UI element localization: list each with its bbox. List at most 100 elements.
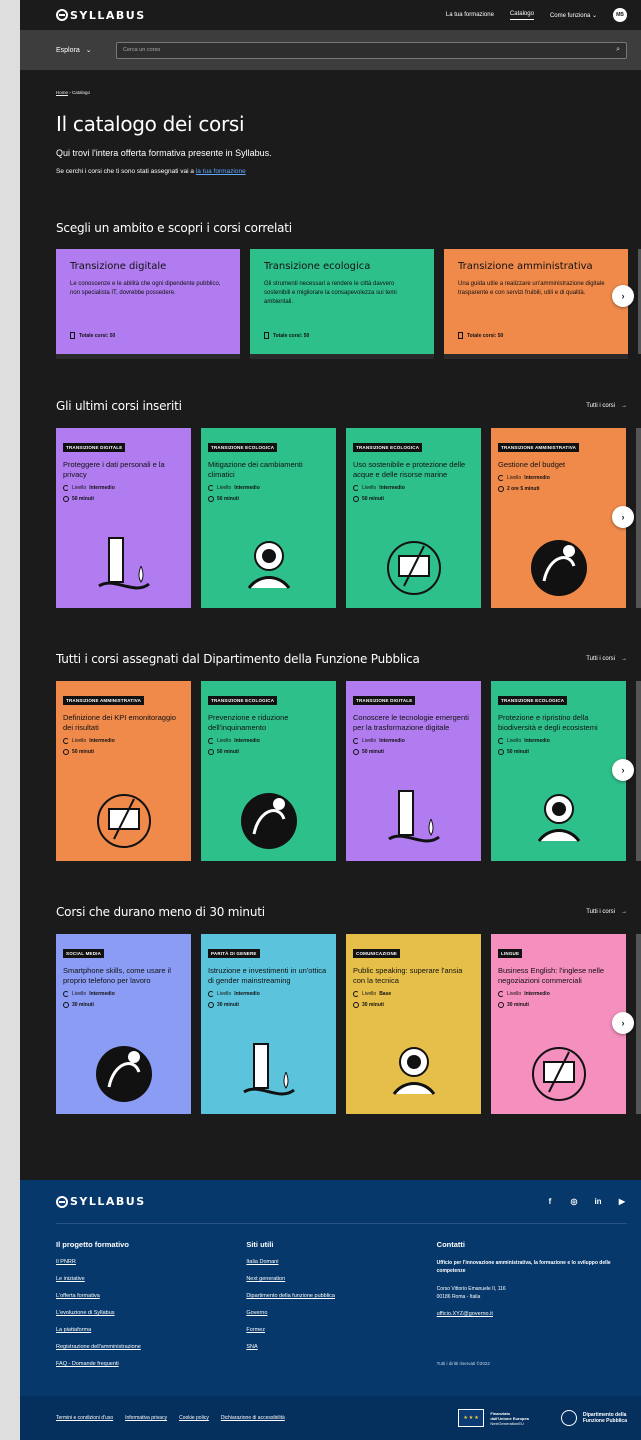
course-card[interactable]: PARITÀ DI GENERE Istruzione e investiment… xyxy=(201,934,336,1114)
footer-link[interactable]: SNA xyxy=(246,1344,436,1350)
course-illustration xyxy=(387,790,440,843)
area-card-ecologica[interactable]: Transizione ecologica Gli strumenti nece… xyxy=(250,249,434,354)
course-card[interactable]: TRANSIZIONE ECOLOGICA Protezione e ripris… xyxy=(491,681,626,861)
course-level: Livello Intermedio xyxy=(208,991,329,997)
level-icon xyxy=(63,485,69,491)
category-badge: COMUNICAZIONE xyxy=(353,949,401,958)
facebook-icon[interactable]: f xyxy=(545,1197,555,1206)
clock-icon xyxy=(63,749,69,755)
course-level: Livello Intermedio xyxy=(353,738,474,744)
breadcrumb-home[interactable]: Home xyxy=(56,90,68,95)
course-card[interactable]: TRANSIZIONE ECOLOGICA Mitigazione dei cam… xyxy=(201,428,336,608)
course-title: Public speaking: superare l'ansia con la… xyxy=(353,966,463,985)
course-illustration xyxy=(96,794,151,848)
course-level: Livello Base xyxy=(353,991,474,997)
avatar[interactable]: MB xyxy=(613,8,627,22)
level-icon xyxy=(63,991,69,997)
course-duration: 50 minuti xyxy=(63,749,184,755)
course-level: Livello Intermedio xyxy=(208,485,329,491)
latest-carousel: TRANSIZIONE DIGITALE Proteggere i dati pe… xyxy=(56,428,641,608)
level-icon xyxy=(208,738,214,744)
youtube-icon[interactable]: ▶ xyxy=(617,1197,627,1206)
clock-icon xyxy=(353,496,359,502)
clock-icon xyxy=(498,486,504,492)
course-level: Livello Intermedio xyxy=(498,991,619,997)
footer-link[interactable]: Italia Domani xyxy=(246,1259,436,1265)
carousel-next-button[interactable]: › xyxy=(612,1012,634,1034)
level-icon xyxy=(208,485,214,491)
category-badge: PARITÀ DI GENERE xyxy=(208,949,260,958)
nav-catalogo[interactable]: Catalogo xyxy=(509,11,534,20)
carousel-next-button[interactable]: › xyxy=(612,759,634,781)
instagram-icon[interactable]: ◎ xyxy=(569,1197,579,1206)
footer-link[interactable]: Registrazione dell'amministrazione xyxy=(56,1344,246,1350)
footer-link[interactable]: Dipartimento della funzione pubblica xyxy=(246,1293,436,1299)
course-card[interactable]: TRANSIZIONE AMMINISTRATIVA Definizione de… xyxy=(56,681,191,861)
arrow-right-icon: → xyxy=(621,656,627,662)
breadcrumb-current: Catalogo xyxy=(72,90,91,95)
course-illustration xyxy=(95,1046,152,1102)
course-card[interactable]: LINGUE Business English: l'inglese nelle … xyxy=(491,934,626,1114)
footer-logo[interactable]: SYLLABUS xyxy=(56,1195,146,1208)
dipartimento-logo: Dipartimento della Funzione Pubblica xyxy=(560,1410,627,1426)
footer-link[interactable]: FAQ - Domande frequenti xyxy=(56,1361,246,1367)
category-badge: TRANSIZIONE ECOLOGICA xyxy=(353,443,423,452)
course-level: Livello Intermedio xyxy=(63,991,184,997)
search-icon[interactable]: ⌕ xyxy=(616,46,620,54)
course-duration: 50 minuti xyxy=(498,749,619,755)
course-card[interactable]: COMUNICAZIONE Public speaking: superare l… xyxy=(346,934,481,1114)
section-title-assigned: Tutti i corsi assegnati dal Dipartimento… xyxy=(56,652,420,666)
footer-link[interactable]: L'evoluzione di Syllabus xyxy=(56,1310,246,1316)
arrow-right-icon: → xyxy=(621,909,627,915)
course-level: Livello Intermedio xyxy=(353,485,474,491)
footer-link[interactable]: Next generation xyxy=(246,1276,436,1282)
footer-privacy-link[interactable]: Informativa privacy xyxy=(125,1415,167,1421)
syllabus-logo[interactable]: SYLLABUS xyxy=(56,9,146,22)
course-title: Mitigazione dei cambiamenti climatici xyxy=(208,460,303,479)
carousel-next-button[interactable]: › xyxy=(612,506,634,528)
nav-la-tua-formazione[interactable]: La tua formazione xyxy=(446,12,494,18)
area-carousel: Transizione digitale Le conoscenze e le … xyxy=(56,249,641,359)
course-title: Protezione e ripristino della biodiversi… xyxy=(498,713,598,732)
course-card[interactable]: TRANSIZIONE AMMINISTRATIVA Gestione del b… xyxy=(491,428,626,608)
clock-icon xyxy=(208,496,214,502)
footer-link[interactable]: Governo xyxy=(246,1310,436,1316)
footer-link[interactable]: L'offerta formativa xyxy=(56,1293,246,1299)
linkedin-icon[interactable]: in xyxy=(593,1197,603,1206)
all-courses-link[interactable]: Tutti i corsi → xyxy=(586,403,627,409)
course-card[interactable]: TRANSIZIONE DIGITALE Proteggere i dati pe… xyxy=(56,428,191,608)
top-nav: SYLLABUS La tua formazione Catalogo Come… xyxy=(20,0,641,30)
search-input[interactable]: Cerca un corso ⌕ xyxy=(116,41,627,59)
course-duration: 50 minuti xyxy=(208,749,329,755)
all-courses-link[interactable]: Tutti i corsi → xyxy=(586,909,627,915)
footer-link[interactable]: Le iniziative xyxy=(56,1276,246,1282)
footer-link[interactable]: Il PNRR xyxy=(56,1259,246,1265)
all-courses-link[interactable]: Tutti i corsi → xyxy=(586,656,627,662)
chevron-down-icon: ⌄ xyxy=(85,47,92,54)
carousel-next-button[interactable]: › xyxy=(612,285,634,307)
search-bar: Esplora ⌄ Cerca un corso ⌕ xyxy=(20,30,641,70)
course-card[interactable]: SOCIAL MEDIA Smartphone skills, come usar… xyxy=(56,934,191,1114)
footer-accessibility-link[interactable]: Dichiarazione di accessibilità xyxy=(221,1415,285,1421)
footer-email-link[interactable]: ufficio.XYZ@governo.it xyxy=(437,1311,627,1317)
page-title: Il catalogo dei corsi xyxy=(56,112,245,136)
area-card-amministrativa[interactable]: Transizione amministrativa Una guida uti… xyxy=(444,249,628,354)
footer-cookie-link[interactable]: Cookie policy xyxy=(179,1415,209,1421)
footer-link[interactable]: Formez xyxy=(246,1327,436,1333)
arrow-right-icon: → xyxy=(621,403,627,409)
course-card[interactable]: TRANSIZIONE ECOLOGICA Prevenzione e riduz… xyxy=(201,681,336,861)
course-title: Proteggere i dati personali e la privacy xyxy=(63,460,165,479)
course-count-icon xyxy=(458,332,463,339)
footer-link[interactable]: La piattaforma xyxy=(56,1327,246,1333)
course-illustration xyxy=(530,540,587,596)
course-card[interactable]: TRANSIZIONE ECOLOGICA Uso sostenibile e p… xyxy=(346,428,481,608)
short-carousel: SOCIAL MEDIA Smartphone skills, come usar… xyxy=(56,934,641,1114)
explore-dropdown[interactable]: Esplora ⌄ xyxy=(56,46,106,55)
course-card[interactable]: TRANSIZIONE DIGITALE Conoscere le tecnolo… xyxy=(346,681,481,861)
course-count-icon xyxy=(70,332,75,339)
footer-terms-link[interactable]: Termini e condizioni d'uso xyxy=(56,1415,113,1421)
nav-come-funziona[interactable]: Come funziona ⌄ xyxy=(550,12,597,19)
course-illustration xyxy=(242,1043,295,1096)
la-tua-formazione-link[interactable]: la tua formazione xyxy=(196,168,246,175)
area-card-digitale[interactable]: Transizione digitale Le conoscenze e le … xyxy=(56,249,240,354)
